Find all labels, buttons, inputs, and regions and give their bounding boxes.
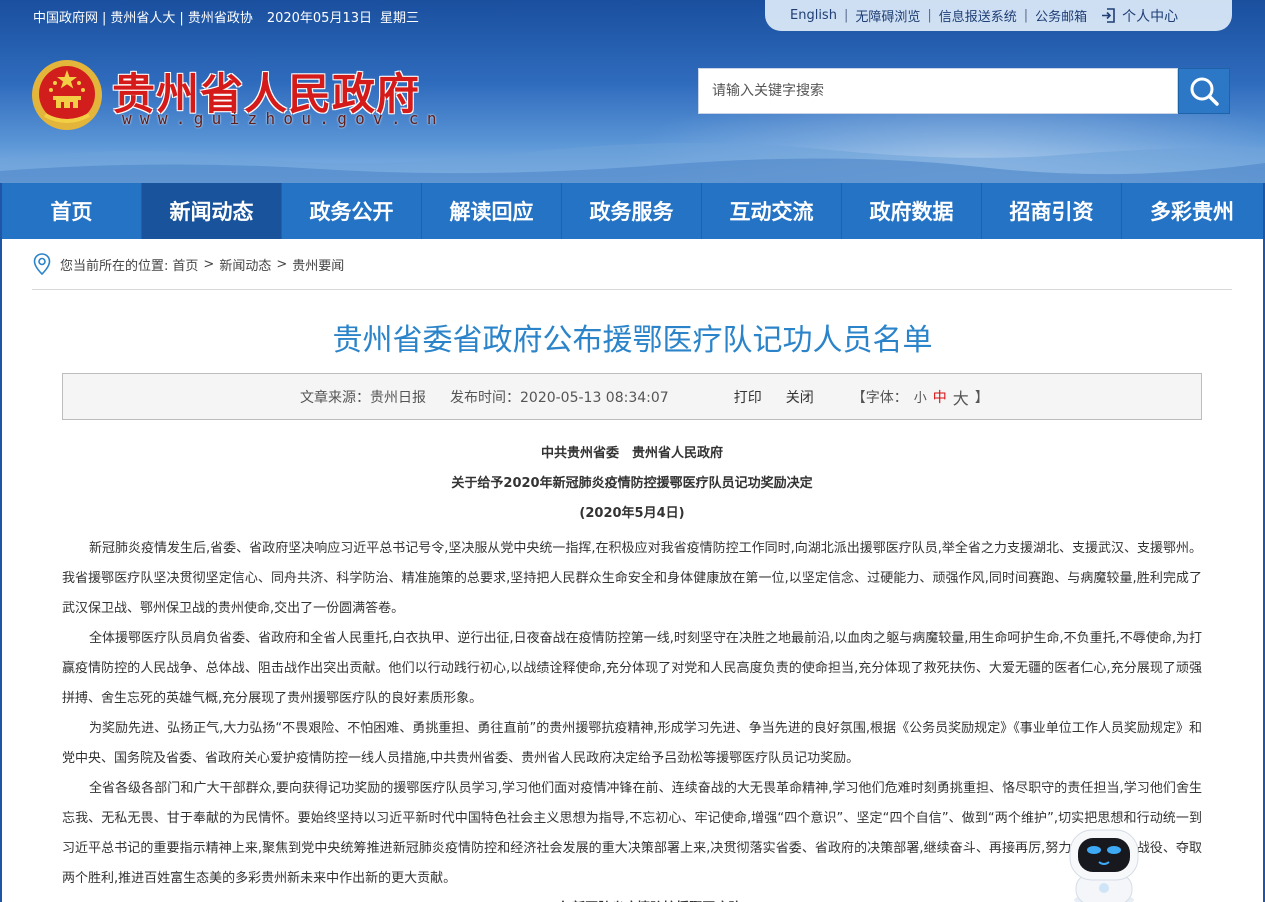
nav-item-news[interactable]: 新闻动态 (142, 183, 282, 239)
nav-item-gov-data[interactable]: 政府数据 (842, 183, 982, 239)
article-source: 文章来源：贵州日报 (300, 389, 426, 406)
breadcrumb-home[interactable]: 首页 (172, 255, 198, 274)
separator: | (843, 8, 849, 23)
nav-item-interpretation[interactable]: 解读回应 (422, 183, 562, 239)
national-emblem-icon (32, 60, 102, 130)
nav-item-gov-affairs[interactable]: 政务公开 (282, 183, 422, 239)
search-bar (698, 68, 1230, 114)
print-button[interactable]: 打印 (734, 387, 762, 407)
link-gov-cn[interactable]: 中国政府网 (33, 11, 98, 26)
breadcrumb: 您当前所在的位置: 首页 > 新闻动态 > 贵州要闻 (33, 253, 344, 275)
article-list-heading: 2020年新冠肺炎疫情防控援鄂医疗队 (62, 894, 1202, 902)
breadcrumb-arrow: > (276, 256, 288, 272)
article-publish-time: 发布时间：2020-05-13 08:34:07 (450, 389, 669, 406)
separator: | (927, 8, 932, 23)
current-weekday: 星期三 (380, 11, 420, 26)
main-content: 您当前所在的位置: 首页 > 新闻动态 > 贵州要闻 贵州省委省政府公布援鄂医疗… (2, 239, 1263, 902)
breadcrumb-news[interactable]: 新闻动态 (219, 255, 271, 274)
font-size-medium-button[interactable]: 中 (933, 387, 947, 407)
divider (32, 289, 1232, 290)
article-meta-bar: 文章来源：贵州日报 发布时间：2020-05-13 08:34:07 打印 关闭… (62, 373, 1202, 420)
separator: | (1023, 8, 1029, 23)
article-issuer: 中共贵州省委 贵州省人民政府 (540, 446, 723, 461)
article-body: 中共贵州省委 贵州省人民政府 关于给予2020年新冠肺炎疫情防控援鄂医疗队员记功… (62, 444, 1202, 902)
nav-item-investment[interactable]: 招商引资 (982, 183, 1122, 239)
font-size-bracket: 】 (974, 389, 989, 406)
link-npc[interactable]: 贵州省人大 (110, 11, 175, 26)
location-pin-icon (33, 253, 51, 275)
search-input[interactable] (698, 68, 1178, 114)
separator: | (102, 11, 107, 26)
article-paragraph: 新冠肺炎疫情发生后,省委、省政府坚决响应习近平总书记号令,坚决服从党中央统一指挥… (62, 541, 1202, 616)
breadcrumb-prefix: 您当前所在的位置: (60, 258, 169, 274)
font-size-label: 【字体： (851, 389, 908, 406)
article-paragraph: 为奖励先进、弘扬正气,大力弘扬“不畏艰险、不怕困难、勇挑重担、勇往直前”的贵州援… (62, 721, 1202, 766)
nav-item-colorful-guizhou[interactable]: 多彩贵州 (1122, 183, 1262, 239)
site-header: 中国政府网 | 贵州省人大 | 贵州省政协 2020年05月13日 星期三 English … (0, 0, 1265, 183)
link-english[interactable]: English (790, 8, 837, 23)
site-logo-url: www.guizhou.gov.cn (122, 109, 445, 128)
link-official-mail[interactable]: 公务邮箱 (1035, 6, 1087, 25)
breadcrumb-guizhou-news[interactable]: 贵州要闻 (292, 255, 344, 274)
user-center-label: 个人中心 (1122, 8, 1179, 25)
nav-item-interaction[interactable]: 互动交流 (702, 183, 842, 239)
font-size-large-button[interactable]: 大 (953, 385, 969, 409)
utility-links: English | 无障碍浏览 | 信息报送系统 | 公务邮箱 个人中心 (765, 0, 1232, 31)
article-paragraph: 全体援鄂医疗队员肩负省委、省政府和全省人民重托,白衣执甲、逆行出征,日夜奋战在疫… (62, 631, 1202, 706)
article-title: 贵州省委省政府公布援鄂医疗队记功人员名单 (332, 323, 933, 358)
main-nav: 首页 新闻动态 政务公开 解读回应 政务服务 互动交流 政府数据 招商引资 多彩… (2, 183, 1263, 239)
separator: | (179, 11, 184, 26)
article-date: (2020年5月4日) (579, 506, 685, 521)
top-site-links: 中国政府网 | 贵州省人大 | 贵州省政协 2020年05月13日 星期三 (33, 7, 419, 26)
nav-item-services[interactable]: 政务服务 (562, 183, 702, 239)
current-date: 2020年05月13日 (266, 11, 372, 26)
user-login-icon (1102, 8, 1115, 23)
article-decision-title: 关于给予2020年新冠肺炎疫情防控援鄂医疗队员记功奖励决定 (451, 476, 813, 491)
link-accessibility[interactable]: 无障碍浏览 (855, 6, 920, 25)
close-button[interactable]: 关闭 (786, 387, 814, 407)
font-size-small-button[interactable]: 小 (914, 387, 927, 406)
link-info-report[interactable]: 信息报送系统 (939, 6, 1017, 25)
breadcrumb-arrow: > (203, 256, 215, 272)
search-button[interactable] (1178, 68, 1230, 114)
user-center-link[interactable]: 个人中心 (1101, 6, 1178, 26)
search-icon (1190, 77, 1219, 106)
article-paragraph: 全省各级各部门和广大干部群众,要向获得记功奖励的援鄂医疗队员学习,学习他们面对疫… (62, 781, 1202, 886)
link-cppcc[interactable]: 贵州省政协 (188, 11, 253, 26)
robot-assistant-icon[interactable] (1066, 826, 1142, 902)
nav-item-home[interactable]: 首页 (2, 183, 142, 239)
